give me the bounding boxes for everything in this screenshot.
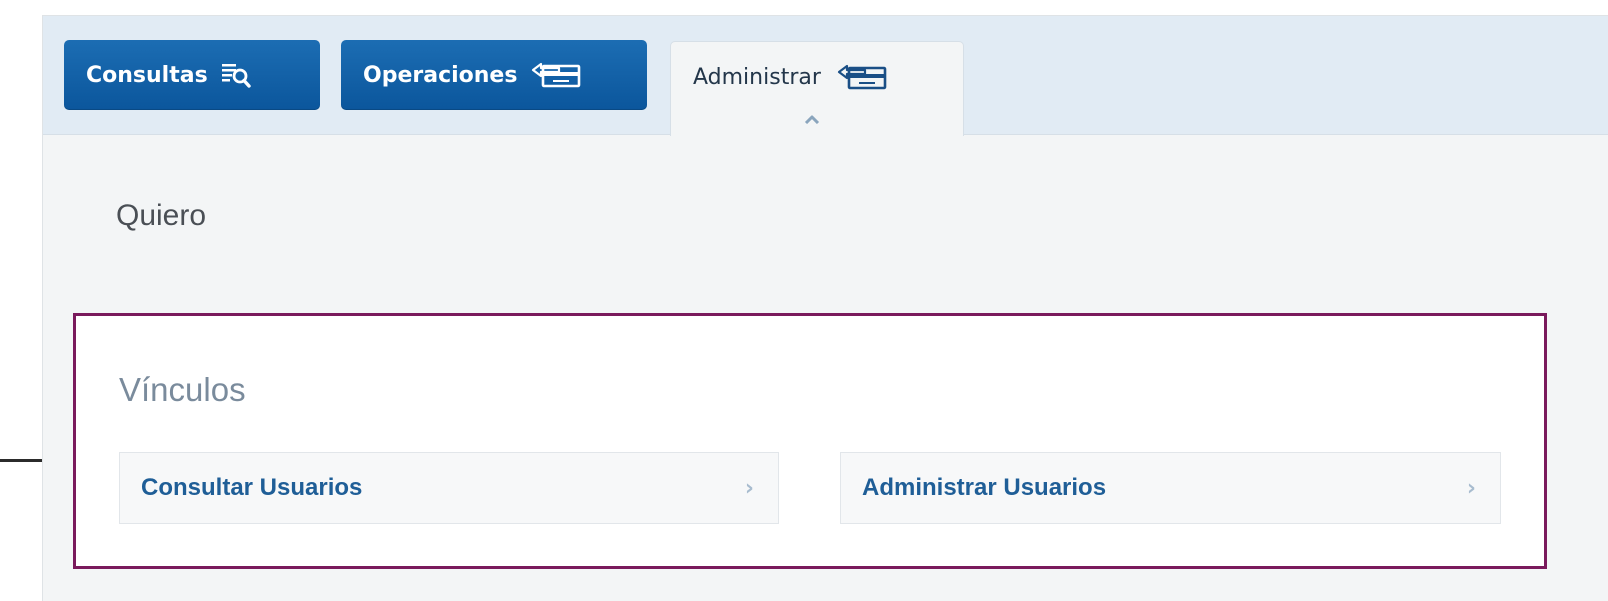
chevron-up-icon (804, 115, 820, 124)
tab-operaciones-label: Operaciones (363, 62, 518, 88)
links-section-title: Vínculos (119, 371, 246, 408)
link-administrar-usuarios[interactable]: Administrar Usuarios › (840, 452, 1501, 524)
tab-administrar-label: Administrar (693, 64, 821, 90)
link-consultar-usuarios-label: Consultar Usuarios (141, 474, 363, 501)
chevron-right-icon: › (744, 475, 754, 501)
tab-administrar[interactable]: Administrar (670, 41, 964, 136)
link-consultar-usuarios[interactable]: Consultar Usuarios › (119, 452, 779, 524)
card-transfer-icon (529, 62, 583, 88)
tab-bar: Consultas Operaciones Administrar (43, 16, 1608, 136)
tab-consultas[interactable]: Consultas (64, 40, 320, 110)
tab-consultas-label: Consultas (86, 62, 208, 88)
tab-operaciones[interactable]: Operaciones (341, 40, 647, 110)
links-section: Vínculos Consultar Usuarios › Administra… (73, 313, 1547, 569)
link-administrar-usuarios-label: Administrar Usuarios (862, 474, 1107, 501)
card-transfer-icon (835, 64, 889, 90)
page-heading: Quiero (116, 199, 207, 232)
chevron-right-icon: › (1466, 475, 1476, 501)
search-list-icon (220, 61, 252, 89)
